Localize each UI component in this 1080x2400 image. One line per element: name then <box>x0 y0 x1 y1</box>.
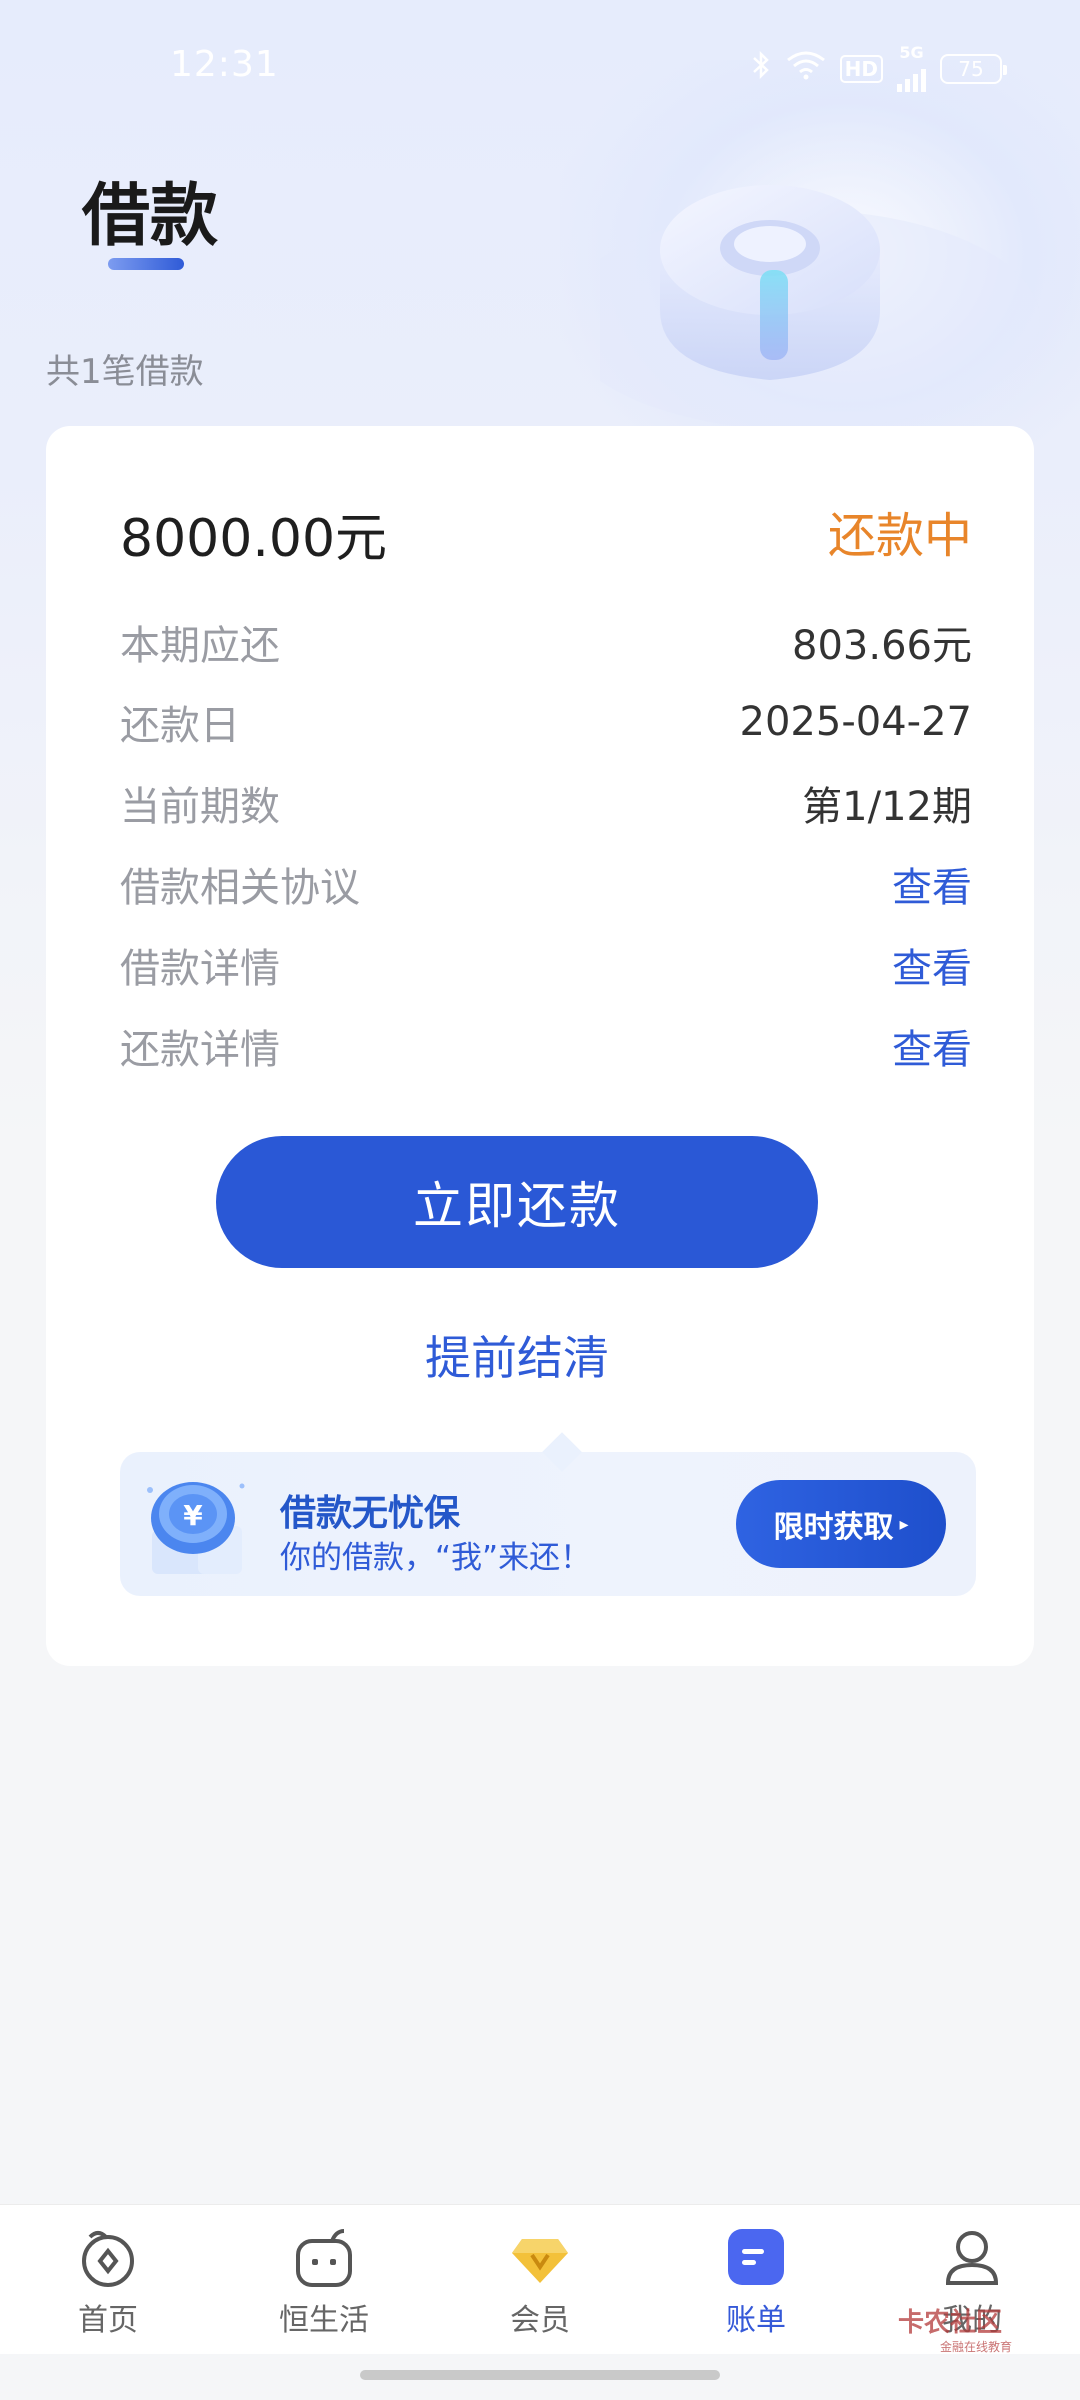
loan-amount: 8000.00元 <box>120 509 388 569</box>
row-repay-date: 还款日 2025-04-27 <box>120 692 972 752</box>
row-loan-agreement[interactable]: 借款相关协议 查看 <box>120 854 972 914</box>
row-label: 还款日 <box>120 703 240 749</box>
bill-icon <box>728 2229 784 2285</box>
loan-status: 还款中 <box>827 508 972 564</box>
row-current-period: 当前期数 第1/12期 <box>120 773 972 833</box>
wifi-icon <box>786 50 826 88</box>
home-icon <box>82 2231 134 2287</box>
nav-label: 账单 <box>726 2303 786 2338</box>
promo-pointer <box>542 1432 582 1472</box>
nav-label: 首页 <box>78 2303 138 2338</box>
nav-label: 会员 <box>510 2303 570 2338</box>
life-icon <box>296 2229 352 2287</box>
signal-icon <box>897 60 926 92</box>
decorative-ring-illustration <box>600 185 1040 430</box>
profile-icon <box>945 2231 999 2285</box>
row-loan-details[interactable]: 借款详情 查看 <box>120 935 972 995</box>
bluetooth-icon <box>750 49 772 89</box>
promo-title: 借款无忧保 <box>280 1493 461 1534</box>
nav-home[interactable]: 首页 <box>0 2205 216 2354</box>
nav-member[interactable]: 会员 <box>432 2205 648 2354</box>
view-repay-details-link[interactable]: 查看 <box>892 1017 972 1075</box>
row-label: 还款详情 <box>120 1027 280 1073</box>
row-label: 借款相关协议 <box>120 865 360 911</box>
title-underline <box>108 258 184 270</box>
member-diamond-icon <box>512 2239 568 2283</box>
hd-badge: HD <box>839 55 883 83</box>
row-label: 当前期数 <box>120 784 280 830</box>
watermark-subtext: 金融在线教育 <box>940 2340 1013 2354</box>
promo-get-button[interactable]: 限时获取 ▸ <box>736 1480 946 1568</box>
battery-level: 75 <box>958 57 984 81</box>
repay-date-value: 2025-04-27 <box>739 699 972 745</box>
nav-life[interactable]: 恒生活 <box>216 2205 432 2354</box>
signal-group: 5G <box>897 43 926 92</box>
page-title: 借款 <box>82 177 219 256</box>
row-repay-details[interactable]: 还款详情 查看 <box>120 1016 972 1076</box>
network-type: 5G <box>899 43 924 62</box>
play-arrow-icon: ▸ <box>899 1513 909 1535</box>
current-due-value: 803.66元 <box>792 623 972 669</box>
loan-count: 共1笔借款 <box>46 352 204 392</box>
row-label: 本期应还 <box>120 623 280 669</box>
coin-symbol: ¥ <box>183 1499 203 1532</box>
current-period-value: 第1/12期 <box>802 784 972 830</box>
watermark-text: 卡农社区 <box>898 2308 1003 2338</box>
nav-bill[interactable]: 账单 <box>648 2205 864 2354</box>
repay-now-button[interactable]: 立即还款 <box>216 1136 818 1268</box>
status-bar: 12:31 HD 5G 75 <box>0 0 1080 140</box>
row-current-due: 本期应还 803.66元 <box>120 612 972 672</box>
loan-card[interactable]: 8000.00元 还款中 本期应还 803.66元 还款日 2025-04-27… <box>46 426 1034 1666</box>
early-settle-link[interactable]: 提前结清 <box>46 1322 988 1388</box>
view-loan-details-link[interactable]: 查看 <box>892 936 972 994</box>
home-indicator[interactable] <box>360 2370 720 2380</box>
view-agreement-link[interactable]: 查看 <box>892 855 972 913</box>
coin-shield-icon: ¥ <box>147 1482 245 1574</box>
nav-label: 恒生活 <box>279 2303 369 2338</box>
promo-subtitle: 你的借款，“我”来还！ <box>280 1540 592 1576</box>
row-label: 借款详情 <box>120 946 280 992</box>
status-time: 12:31 <box>170 44 279 85</box>
promo-banner[interactable]: ¥ 借款无忧保 你的借款，“我”来还！ 限时获取 ▸ <box>120 1432 976 1596</box>
status-icons: HD 5G 75 <box>750 43 1007 92</box>
promo-button-label: 限时获取 <box>773 1510 894 1545</box>
battery-icon: 75 <box>940 54 1007 84</box>
